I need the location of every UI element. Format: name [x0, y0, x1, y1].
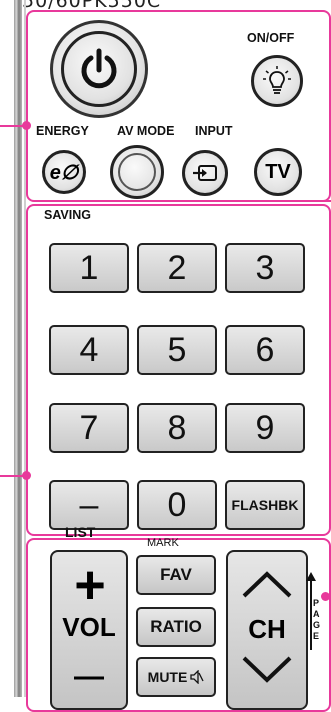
tv-button-label: TV	[265, 160, 291, 183]
number-key-2[interactable]: 2	[137, 243, 217, 293]
number-key-1[interactable]: 1	[49, 243, 129, 293]
vol-label: VOL	[62, 612, 116, 642]
input-label: INPUT	[195, 124, 233, 138]
callout-line-1	[0, 125, 24, 127]
page-letter: P	[313, 598, 320, 608]
channel-down-icon[interactable]	[240, 654, 294, 684]
number-key-9[interactable]: 9	[225, 403, 305, 453]
number-key-6[interactable]: 6	[225, 325, 305, 375]
page-letter: E	[313, 631, 320, 641]
avmode-label: AV MODE	[117, 124, 175, 138]
number-key-label: –	[79, 485, 99, 524]
energy-saving-button[interactable]: e∅	[42, 150, 86, 194]
number-key-label: 5	[167, 330, 187, 369]
avmode-ring	[118, 153, 156, 191]
page-letter: A	[313, 609, 320, 619]
volume-down-button[interactable]: —	[56, 660, 122, 694]
number-key-label: 7	[79, 408, 99, 447]
number-key-label: 3	[255, 248, 275, 287]
mute-icon	[190, 670, 204, 684]
number-key-3[interactable]: 3	[225, 243, 305, 293]
list-label: LIST	[65, 524, 96, 540]
ratio-button[interactable]: RATIO	[136, 607, 216, 647]
input-button[interactable]	[182, 150, 228, 196]
callout-dot-2	[22, 471, 31, 480]
page-label: P A G E	[313, 598, 320, 642]
number-key-label: 0	[167, 485, 187, 524]
bulb-icon	[263, 66, 291, 94]
tv-button[interactable]: TV	[254, 148, 302, 196]
number-key-7[interactable]: 7	[49, 403, 129, 453]
dash-key[interactable]: –	[49, 480, 129, 530]
volume-up-button[interactable]: +	[62, 550, 118, 620]
flashbk-label: FLASHBK	[231, 497, 299, 513]
power-icon	[81, 48, 117, 89]
fav-label: FAV	[160, 565, 192, 584]
page-indicator-bar	[310, 580, 312, 650]
number-key-label: 6	[255, 330, 275, 369]
input-icon	[193, 165, 217, 181]
onoff-button[interactable]	[251, 55, 303, 107]
callout-line-2	[0, 475, 24, 477]
number-key-label: 1	[79, 248, 99, 287]
number-key-label: 9	[255, 408, 275, 447]
energy-label: ENERGY	[36, 124, 89, 138]
avmode-button[interactable]	[110, 145, 164, 199]
page-up-arrow-icon	[306, 572, 316, 581]
number-key-8[interactable]: 8	[137, 403, 217, 453]
number-key-0[interactable]: 0	[137, 480, 217, 530]
callout-dot-3	[321, 592, 330, 601]
number-key-label: 2	[167, 248, 187, 287]
energy-sub-label: SAVING	[44, 208, 91, 222]
callout-dot-1	[22, 121, 31, 130]
flashbk-button[interactable]: FLASHBK	[225, 480, 305, 530]
onoff-label: ON/OFF	[247, 31, 295, 45]
mute-button[interactable]: MUTE	[136, 657, 216, 697]
fav-button[interactable]: FAV	[136, 555, 216, 595]
mark-label: MARK	[147, 537, 179, 549]
mute-label: MUTE	[147, 669, 188, 685]
ratio-label: RATIO	[150, 617, 202, 636]
energy-saving-icon: e∅	[49, 161, 79, 184]
remote-edge	[14, 0, 22, 697]
number-key-label: 8	[167, 408, 187, 447]
power-button[interactable]	[61, 31, 137, 107]
number-key-label: 4	[79, 330, 99, 369]
channel-up-icon[interactable]	[240, 570, 294, 600]
number-key-5[interactable]: 5	[137, 325, 217, 375]
page-letter: G	[313, 620, 321, 630]
number-key-4[interactable]: 4	[49, 325, 129, 375]
callout-line-right	[321, 200, 331, 202]
ch-label: CH	[248, 614, 286, 644]
